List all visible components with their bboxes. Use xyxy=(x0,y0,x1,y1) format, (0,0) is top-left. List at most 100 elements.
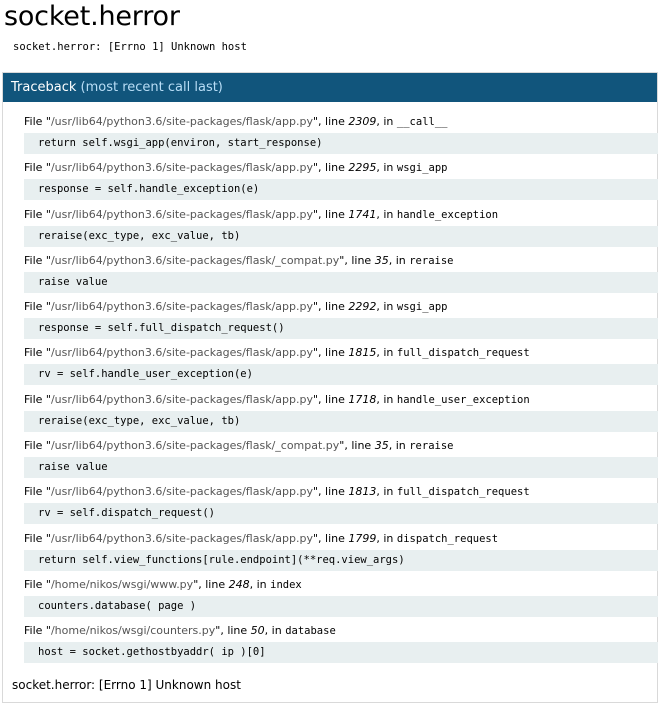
frame-function: full_dispatch_request xyxy=(396,486,530,499)
frame-source-line[interactable]: response = self.full_dispatch_request() xyxy=(24,318,658,340)
line-prefix: , line xyxy=(198,577,229,591)
frame-function: handle_exception xyxy=(396,208,499,221)
frame-source-line[interactable]: rv = self.dispatch_request() xyxy=(24,503,658,525)
frame-filename[interactable]: /home/nikos/wsgi/www.py xyxy=(51,578,193,591)
in-prefix: , in xyxy=(376,485,397,499)
file-prefix: File xyxy=(24,300,46,314)
frame-line-number: 50 xyxy=(250,624,265,638)
frame-line-number: 1741 xyxy=(348,207,377,221)
frame-source-line[interactable]: raise value xyxy=(24,457,658,479)
frame-location: File "/usr/lib64/python3.6/site-packages… xyxy=(24,532,498,546)
frame-source-line[interactable]: counters.database( page ) xyxy=(24,595,658,617)
frame-line-number: 1815 xyxy=(348,346,377,360)
frame-filename[interactable]: /usr/lib64/python3.6/site-packages/flask… xyxy=(51,115,313,128)
frame-source-line[interactable]: host = socket.gethostbyaddr( ip )[0] xyxy=(24,642,658,664)
frame-line-number: 1813 xyxy=(348,485,377,499)
frame-location: File "/usr/lib64/python3.6/site-packages… xyxy=(24,393,530,407)
in-prefix: , in xyxy=(376,346,397,360)
in-prefix: , in xyxy=(376,392,397,406)
frame-function: wsgi_app xyxy=(396,301,448,314)
file-prefix: File xyxy=(24,439,46,453)
frame-line-number: 35 xyxy=(374,439,389,453)
file-prefix: File xyxy=(24,346,46,360)
traceback-header: Traceback (most recent call last) xyxy=(3,73,657,102)
frame-filename[interactable]: /usr/lib64/python3.6/site-packages/flask… xyxy=(51,485,313,498)
frame-source-line[interactable]: reraise(exc_type, exc_value, tb) xyxy=(24,225,658,247)
frame-filename[interactable]: /usr/lib64/python3.6/site-packages/flask… xyxy=(51,254,339,267)
in-prefix: , in xyxy=(376,207,397,221)
line-prefix: , line xyxy=(318,161,349,175)
file-prefix: File xyxy=(24,207,46,221)
traceback-frame: File "/usr/lib64/python3.6/site-packages… xyxy=(3,435,658,481)
frame-function: full_dispatch_request xyxy=(396,347,530,360)
traceback-frame: File "/usr/lib64/python3.6/site-packages… xyxy=(3,389,658,435)
traceback-frame: File "/usr/lib64/python3.6/site-packages… xyxy=(3,481,658,527)
traceback-frame: File "/usr/lib64/python3.6/site-packages… xyxy=(3,157,658,203)
file-prefix: File xyxy=(24,624,46,638)
line-prefix: , line xyxy=(318,300,349,314)
line-prefix: , line xyxy=(318,207,349,221)
frame-function: index xyxy=(270,578,302,591)
frame-line-number: 2292 xyxy=(348,300,377,314)
frame-location: File "/usr/lib64/python3.6/site-packages… xyxy=(24,254,454,268)
frame-source-line[interactable]: return self.view_functions[rule.endpoint… xyxy=(24,549,658,571)
line-prefix: , line xyxy=(318,531,349,545)
file-prefix: File xyxy=(24,161,46,175)
page-title: socket.herror xyxy=(4,1,180,32)
frame-filename[interactable]: /usr/lib64/python3.6/site-packages/flask… xyxy=(51,346,313,359)
in-prefix: , in xyxy=(388,439,410,453)
frame-line-number: 35 xyxy=(374,253,389,267)
frames-list: File "/usr/lib64/python3.6/site-packages… xyxy=(3,111,658,667)
traceback-frame: File "/home/nikos/wsgi/www.py", line 248… xyxy=(3,574,658,620)
line-prefix: , line xyxy=(318,346,349,360)
frame-filename[interactable]: /usr/lib64/python3.6/site-packages/flask… xyxy=(51,439,339,452)
traceback-frame: File "/home/nikos/wsgi/counters.py", lin… xyxy=(3,620,658,666)
traceback-title: Traceback xyxy=(11,80,77,95)
error-summary: socket.herror: [Errno 1] Unknown host xyxy=(13,41,247,53)
frame-location: File "/usr/lib64/python3.6/site-packages… xyxy=(24,115,447,129)
in-prefix: , in xyxy=(376,161,397,175)
file-prefix: File xyxy=(24,115,46,128)
frame-source-line[interactable]: return self.wsgi_app(environ, start_resp… xyxy=(24,133,658,154)
in-prefix: , in xyxy=(376,531,397,545)
file-prefix: File xyxy=(24,577,46,591)
frame-filename[interactable]: /usr/lib64/python3.6/site-packages/flask… xyxy=(51,532,313,545)
file-prefix: File xyxy=(24,531,46,545)
frame-function: database xyxy=(285,625,336,638)
line-prefix: , line xyxy=(344,439,375,453)
frame-line-number: 248 xyxy=(228,577,250,591)
in-prefix: , in xyxy=(376,115,397,128)
in-prefix: , in xyxy=(388,253,410,267)
frame-location: File "/usr/lib64/python3.6/site-packages… xyxy=(24,208,498,222)
frame-function: wsgi_app xyxy=(396,162,448,175)
frame-source-line[interactable]: rv = self.handle_user_exception(e) xyxy=(24,364,658,386)
frame-function: __call__ xyxy=(396,116,448,128)
frame-filename[interactable]: /usr/lib64/python3.6/site-packages/flask… xyxy=(51,393,313,406)
frame-function: reraise xyxy=(409,254,454,267)
frame-filename[interactable]: /usr/lib64/python3.6/site-packages/flask… xyxy=(51,161,313,174)
line-prefix: , line xyxy=(318,485,349,499)
frame-function: reraise xyxy=(409,440,454,453)
frame-filename[interactable]: /usr/lib64/python3.6/site-packages/flask… xyxy=(51,208,313,221)
frame-location: File "/home/nikos/wsgi/counters.py", lin… xyxy=(24,624,336,638)
traceback-frame: File "/usr/lib64/python3.6/site-packages… xyxy=(3,204,658,250)
line-prefix: , line xyxy=(318,392,349,406)
line-prefix: , line xyxy=(318,115,349,128)
in-prefix: , in xyxy=(264,624,286,638)
frame-source-line[interactable]: raise value xyxy=(24,271,658,293)
frame-source-line[interactable]: reraise(exc_type, exc_value, tb) xyxy=(24,410,658,432)
traceback-panel: Traceback (most recent call last) File "… xyxy=(2,72,658,703)
in-prefix: , in xyxy=(249,577,271,591)
frame-source-line[interactable]: response = self.handle_exception(e) xyxy=(24,179,658,201)
frame-location: File "/home/nikos/wsgi/www.py", line 248… xyxy=(24,578,302,592)
frame-location: File "/usr/lib64/python3.6/site-packages… xyxy=(24,346,530,360)
traceback-frame: File "/usr/lib64/python3.6/site-packages… xyxy=(3,296,658,342)
frame-filename[interactable]: /home/nikos/wsgi/counters.py xyxy=(51,624,215,637)
frame-location: File "/usr/lib64/python3.6/site-packages… xyxy=(24,300,447,314)
line-prefix: , line xyxy=(344,253,375,267)
frame-location: File "/usr/lib64/python3.6/site-packages… xyxy=(24,439,454,453)
frame-line-number: 1799 xyxy=(348,531,377,545)
file-prefix: File xyxy=(24,485,46,499)
frame-filename[interactable]: /usr/lib64/python3.6/site-packages/flask… xyxy=(51,300,313,313)
traceback-footer: socket.herror: [Errno 1] Unknown host xyxy=(12,678,241,692)
